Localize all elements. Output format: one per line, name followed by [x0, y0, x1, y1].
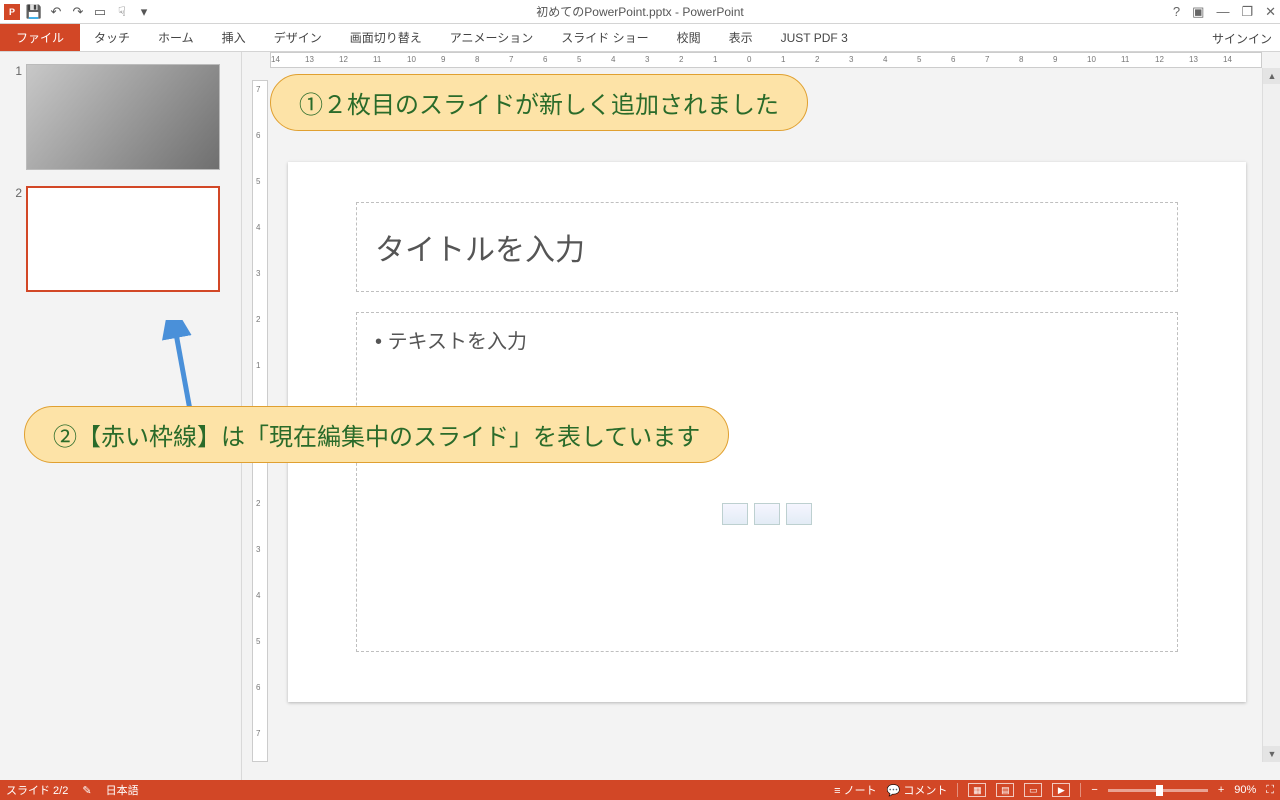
insert-picture-icon[interactable] [754, 503, 780, 525]
status-bar: スライド 2/2 ✎ 日本語 ≡ ノート 💬 コメント ▦ ▤ ▭ ▶ − + … [0, 780, 1280, 800]
tab-design[interactable]: デザイン [260, 24, 336, 51]
zoom-in-icon[interactable]: + [1218, 784, 1224, 796]
ribbon-display-options-icon[interactable]: ▣ [1192, 4, 1204, 20]
status-language[interactable]: 日本語 [106, 782, 139, 798]
title-placeholder-text: タイトルを入力 [375, 225, 585, 269]
status-slide-indicator: スライド 2/2 [6, 782, 68, 798]
undo-icon[interactable]: ↶ [48, 4, 64, 20]
slide-thumbnail-2[interactable] [26, 186, 220, 292]
content-placeholder[interactable]: テキストを入力 [356, 312, 1178, 652]
window-controls: ? ▣ — ❐ ✕ [1173, 4, 1276, 20]
quick-access-toolbar: P 💾 ↶ ↷ ▭ ☟ ▾ [0, 4, 152, 20]
annotation-callout-1: ①２枚目のスライドが新しく追加されました [270, 74, 808, 131]
separator [1080, 783, 1081, 797]
fit-to-window-icon[interactable]: ⛶ [1266, 784, 1274, 797]
window-title: 初めてのPowerPoint.pptx - PowerPoint [536, 3, 743, 20]
minimize-icon[interactable]: — [1216, 4, 1229, 20]
tab-animations[interactable]: アニメーション [436, 24, 548, 51]
slideshow-view-icon[interactable]: ▶ [1052, 783, 1070, 797]
touch-mode-icon[interactable]: ☟ [114, 4, 130, 20]
content-placeholder-text: テキストを入力 [375, 325, 1159, 354]
scroll-down-icon[interactable]: ▼ [1263, 746, 1280, 762]
reading-view-icon[interactable]: ▭ [1024, 783, 1042, 797]
tab-just-pdf[interactable]: JUST PDF 3 [767, 24, 862, 51]
tab-slideshow[interactable]: スライド ショー [547, 24, 662, 51]
close-icon[interactable]: ✕ [1265, 4, 1276, 20]
title-placeholder[interactable]: タイトルを入力 [356, 202, 1178, 292]
separator [957, 783, 958, 797]
annotation-callout-2: ②【赤い枠線】は「現在編集中のスライド」を表しています [24, 406, 729, 463]
insert-online-picture-icon[interactable] [786, 503, 812, 525]
content-insert-icons [722, 503, 812, 525]
tab-transitions[interactable]: 画面切り替え [336, 24, 436, 51]
zoom-level[interactable]: 90% [1234, 784, 1256, 796]
slide-sorter-view-icon[interactable]: ▤ [996, 783, 1014, 797]
comments-button[interactable]: 💬 コメント [887, 782, 948, 798]
notes-button[interactable]: ≡ ノート [834, 782, 876, 798]
tab-touch[interactable]: タッチ [80, 24, 144, 51]
tab-insert[interactable]: 挿入 [208, 24, 260, 51]
insert-table-icon[interactable] [722, 503, 748, 525]
horizontal-ruler[interactable]: 141312111098765432101234567891011121314 [270, 52, 1262, 68]
thumbnail-row-1: 1 [0, 62, 241, 184]
powerpoint-app-icon: P [4, 4, 20, 20]
tab-review[interactable]: 校閲 [663, 24, 715, 51]
title-bar: P 💾 ↶ ↷ ▭ ☟ ▾ 初めてのPowerPoint.pptx - Powe… [0, 0, 1280, 24]
sign-in-link[interactable]: サインイン [1212, 24, 1272, 52]
redo-icon[interactable]: ↷ [70, 4, 86, 20]
thumbnail-number: 1 [8, 64, 26, 170]
tab-file[interactable]: ファイル [0, 24, 80, 51]
vertical-scrollbar[interactable]: ▲ ▼ [1262, 68, 1280, 762]
help-icon[interactable]: ? [1173, 4, 1180, 20]
save-icon[interactable]: 💾 [26, 4, 42, 20]
ribbon-tabs: ファイル タッチ ホーム 挿入 デザイン 画面切り替え アニメーション スライド… [0, 24, 1280, 52]
restore-icon[interactable]: ❐ [1241, 4, 1253, 20]
thumbnail-row-2: 2 [0, 184, 241, 306]
start-from-beginning-icon[interactable]: ▭ [92, 4, 108, 20]
scroll-up-icon[interactable]: ▲ [1263, 68, 1280, 84]
qat-customize-icon[interactable]: ▾ [136, 4, 152, 20]
tab-view[interactable]: 表示 [715, 24, 767, 51]
tab-home[interactable]: ホーム [144, 24, 208, 51]
annotation-arrow [160, 320, 220, 420]
slide-thumbnail-1[interactable] [26, 64, 220, 170]
normal-view-icon[interactable]: ▦ [968, 783, 986, 797]
zoom-out-icon[interactable]: − [1091, 784, 1097, 796]
thumbnail-number: 2 [8, 186, 26, 292]
spellcheck-icon[interactable]: ✎ [82, 784, 91, 797]
zoom-slider[interactable] [1108, 789, 1208, 792]
